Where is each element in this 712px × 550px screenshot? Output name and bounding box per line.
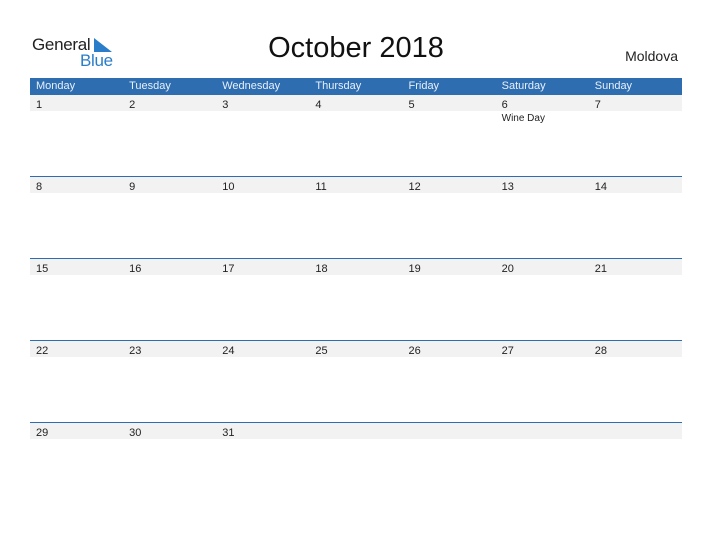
day-cell: 30 [123, 423, 216, 439]
day-cell: 2 [123, 95, 216, 111]
day-cell: 8 [30, 177, 123, 193]
day-cell: 23 [123, 341, 216, 357]
calendar-grid: Monday Tuesday Wednesday Thursday Friday… [30, 78, 682, 504]
day-number: 27 [501, 345, 514, 357]
day-number: 24 [222, 345, 235, 357]
calendar-title: October 2018 [268, 32, 444, 64]
day-cell: 12 [403, 177, 496, 193]
date-strip: 1 2 3 4 5 6 Wine Day 7 [30, 95, 682, 124]
day-cell: 9 [123, 177, 216, 193]
day-cell: 21 [589, 259, 682, 275]
day-cell: 3 [216, 95, 309, 111]
day-cell: 18 [309, 259, 402, 275]
day-number: 3 [222, 99, 229, 111]
day-number: 26 [408, 345, 421, 357]
date-strip: 8 9 10 11 12 13 14 [30, 177, 682, 193]
day-cell [496, 423, 589, 439]
day-number: 22 [36, 345, 49, 357]
day-cell: 11 [309, 177, 402, 193]
day-number: 18 [315, 263, 328, 275]
day-number: 21 [594, 263, 607, 275]
day-number: 29 [36, 427, 49, 439]
day-cell: 1 [30, 95, 123, 111]
date-strip: 15 16 17 18 19 20 21 [30, 259, 682, 275]
day-cell: 28 [589, 341, 682, 357]
day-cell [309, 423, 402, 439]
day-number: 23 [129, 345, 142, 357]
day-number: 12 [408, 181, 421, 193]
day-number: 30 [129, 427, 142, 439]
day-cell: 15 [30, 259, 123, 275]
weekday-sunday: Sunday [594, 80, 633, 92]
weekday-wednesday: Wednesday [222, 80, 281, 92]
week-row: 1 2 3 4 5 6 Wine Day 7 [30, 95, 682, 176]
day-number: 8 [36, 181, 43, 193]
day-cell: 4 [309, 95, 402, 111]
day-number: 2 [129, 99, 136, 111]
day-cell: 20 [496, 259, 589, 275]
weekday-tuesday: Tuesday [129, 80, 171, 92]
day-cell: 25 [309, 341, 402, 357]
day-cell: 22 [30, 341, 123, 357]
day-number: 1 [36, 99, 43, 111]
day-cell: 5 [403, 95, 496, 111]
day-cell: 26 [403, 341, 496, 357]
date-strip: 29 30 31 [30, 423, 682, 439]
day-number: 7 [594, 99, 601, 111]
day-number: 5 [408, 99, 415, 111]
holiday-label: Wine Day [501, 113, 545, 124]
week-row: 8 9 10 11 12 13 14 [30, 176, 682, 258]
weekday-header: Monday Tuesday Wednesday Thursday Friday… [30, 78, 682, 95]
day-cell [403, 423, 496, 439]
day-number: 13 [501, 181, 514, 193]
day-number: 25 [315, 345, 328, 357]
weekday-thursday: Thursday [315, 80, 362, 92]
day-cell: 6 Wine Day [496, 95, 589, 124]
day-cell: 31 [216, 423, 309, 439]
country-label: Moldova [625, 48, 678, 64]
week-row: 22 23 24 25 26 27 28 [30, 340, 682, 422]
day-number: 19 [408, 263, 421, 275]
day-number: 20 [501, 263, 514, 275]
day-cell: 19 [403, 259, 496, 275]
day-number: 6 [501, 99, 508, 111]
weekday-friday: Friday [408, 80, 440, 92]
weekday-saturday: Saturday [501, 80, 546, 92]
week-row: 15 16 17 18 19 20 21 [30, 258, 682, 340]
day-cell: 14 [589, 177, 682, 193]
day-cell: 13 [496, 177, 589, 193]
day-number: 9 [129, 181, 136, 193]
day-cell: 7 [589, 95, 682, 111]
day-number: 11 [315, 181, 327, 193]
day-number: 31 [222, 427, 235, 439]
day-cell: 29 [30, 423, 123, 439]
day-number: 4 [315, 99, 322, 111]
day-cell: 27 [496, 341, 589, 357]
day-number: 17 [222, 263, 235, 275]
day-number: 16 [129, 263, 142, 275]
day-number: 10 [222, 181, 235, 193]
day-cell [589, 423, 682, 439]
date-strip: 22 23 24 25 26 27 28 [30, 341, 682, 357]
weekday-monday: Monday [36, 80, 76, 92]
day-cell: 16 [123, 259, 216, 275]
day-cell: 10 [216, 177, 309, 193]
week-row: 29 30 31 [30, 422, 682, 504]
day-number: 14 [594, 181, 607, 193]
day-cell: 17 [216, 259, 309, 275]
day-number: 15 [36, 263, 49, 275]
day-number: 28 [594, 345, 607, 357]
day-cell: 24 [216, 341, 309, 357]
